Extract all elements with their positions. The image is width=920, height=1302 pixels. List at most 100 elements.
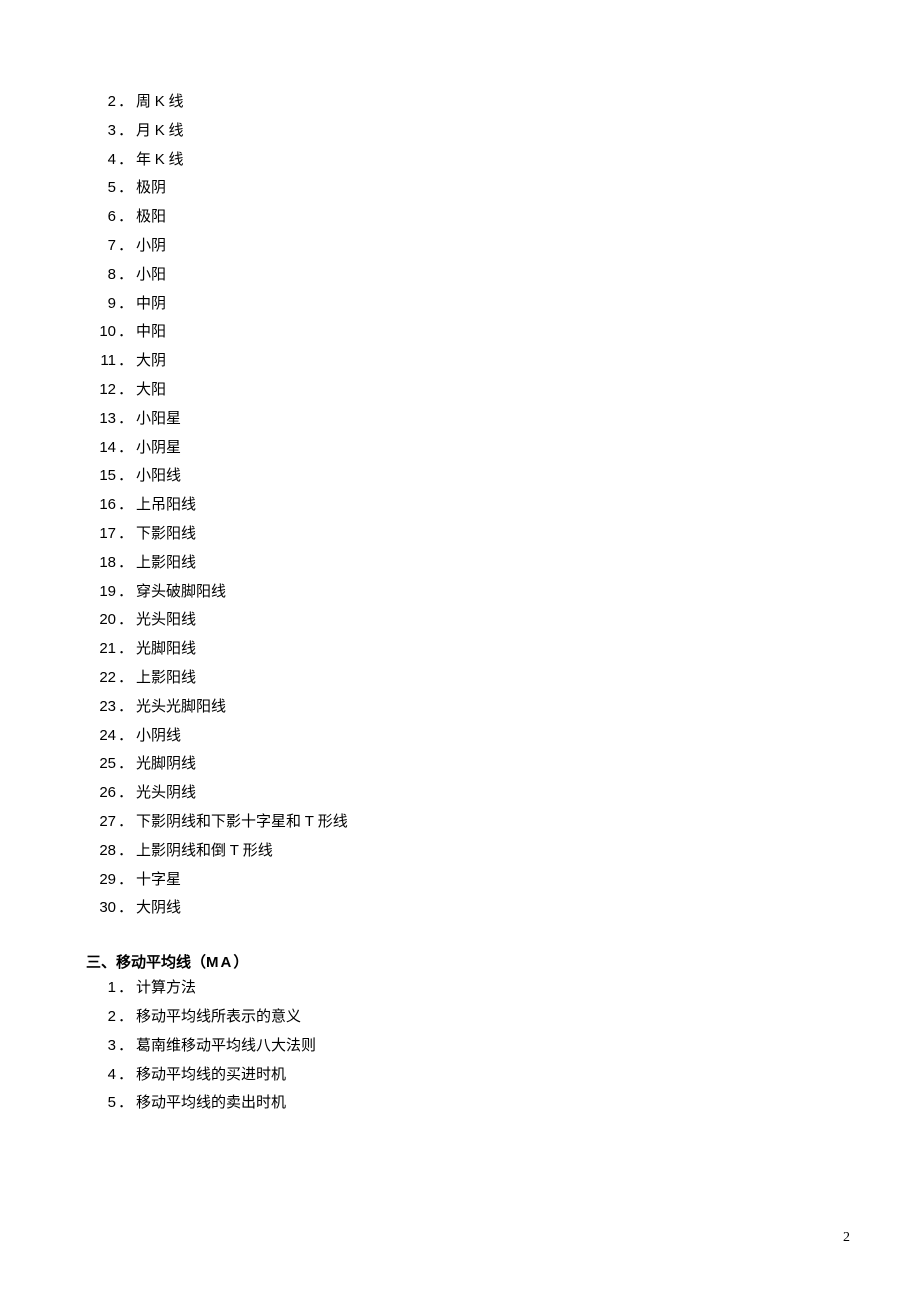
list-item-number: 2	[86, 88, 116, 116]
list-item: 22．上影阳线	[86, 664, 838, 693]
list-item-label: 光脚阳线	[130, 636, 196, 664]
list-item-dot: ．	[116, 607, 130, 635]
list-item: 4．年 K 线	[86, 146, 838, 175]
list-item-label: 年 K 线	[130, 146, 184, 175]
page-number: 2	[843, 1230, 850, 1246]
list-item-dot: ．	[116, 723, 130, 751]
list-item: 10．中阳	[86, 318, 838, 347]
list-item-label: 大阳	[130, 377, 166, 405]
list-item: 2．移动平均线所表示的意义	[86, 1003, 838, 1032]
list-item-number: 18	[86, 549, 116, 577]
list-item-label: 小阳线	[130, 463, 181, 491]
list-item: 4．移动平均线的买进时机	[86, 1061, 838, 1090]
heading-suffix: ）	[233, 955, 248, 971]
list-item-number: 4	[86, 1061, 116, 1089]
list-item: 21．光脚阳线	[86, 635, 838, 664]
heading-prefix: 三、移动平均线（	[86, 955, 206, 971]
list-item-label: 葛南维移动平均线八大法则	[130, 1033, 316, 1061]
list-item-label: 上影阴线和倒 T 形线	[130, 837, 273, 866]
list-item: 15．小阳线	[86, 462, 838, 491]
list-item-number: 23	[86, 693, 116, 721]
list-item-number: 25	[86, 750, 116, 778]
list-item-label: 中阴	[130, 291, 166, 319]
list-item-number: 17	[86, 520, 116, 548]
list-item: 29．十字星	[86, 866, 838, 895]
list-item-number: 4	[86, 146, 116, 174]
list-item-dot: ．	[116, 975, 130, 1003]
list-item-label: 大阴	[130, 348, 166, 376]
page-content: 2．周 K 线3．月 K 线4．年 K 线5．极阴6．极阳7．小阴8．小阳9．中…	[86, 88, 838, 1118]
list-item: 5．移动平均线的卖出时机	[86, 1089, 838, 1118]
list-item-dot: ．	[116, 319, 130, 347]
list-item: 12． 大阳	[86, 376, 838, 405]
list-item-number: 3	[86, 117, 116, 145]
list-item: 23．光头光脚阳线	[86, 693, 838, 722]
list-item-dot: ．	[116, 1090, 130, 1118]
list-item-dot: ．	[116, 377, 130, 405]
list-item-number: 19	[86, 578, 116, 606]
list-item-dot: ．	[116, 1062, 130, 1090]
list-item-dot: ．	[116, 147, 130, 175]
list-item-dot: ．	[116, 89, 130, 117]
list-item-number: 28	[86, 837, 116, 865]
list-item-dot: ．	[116, 175, 130, 203]
list-item-number: 16	[86, 491, 116, 519]
list-item-label: 小阳	[130, 262, 166, 290]
list-item-dot: ．	[116, 838, 130, 866]
list-item: 26．光头阴线	[86, 779, 838, 808]
list-item-label: 移动平均线所表示的意义	[130, 1004, 301, 1032]
list-item-number: 5	[86, 1089, 116, 1117]
list-item: 30．大阴线	[86, 894, 838, 923]
list-item: 17．下影阳线	[86, 520, 838, 549]
list-item-label: 移动平均线的买进时机	[130, 1062, 286, 1090]
list-item-label: 下影阳线	[130, 521, 196, 549]
list-item: 3．月 K 线	[86, 117, 838, 146]
list-item: 25．光脚阴线	[86, 750, 838, 779]
list-item-number: 8	[86, 261, 116, 289]
list-item-label: 小阳星	[130, 406, 181, 434]
list-item-dot: ．	[116, 291, 130, 319]
list-item: 16．上吊阳线	[86, 491, 838, 520]
list-item-number: 2	[86, 1003, 116, 1031]
list-item-label: 十字星	[130, 867, 181, 895]
list-item-label: 上吊阳线	[130, 492, 196, 520]
list-item-number: 15	[86, 462, 116, 490]
list-item-dot: ．	[116, 521, 130, 549]
list-item-number: 6	[86, 203, 116, 231]
list-item-dot: ．	[116, 550, 130, 578]
list-item-number: 11	[86, 347, 116, 375]
list-item: 28．上影阴线和倒 T 形线	[86, 837, 838, 866]
list-item-number: 26	[86, 779, 116, 807]
list-item-number: 24	[86, 722, 116, 750]
list-item: 19．穿头破脚阳线	[86, 578, 838, 607]
list-item: 5．极阴	[86, 174, 838, 203]
list-item: 20．光头阳线	[86, 606, 838, 635]
list-item-label: 小阴线	[130, 723, 181, 751]
list-item: 18．上影阳线	[86, 549, 838, 578]
list-item: 11． 大阴	[86, 347, 838, 376]
heading-latin: MA	[206, 954, 233, 971]
list-item: 24．小阴线	[86, 722, 838, 751]
list-item-label: 极阴	[130, 175, 166, 203]
list-item-label: 光脚阴线	[130, 751, 196, 779]
list-item-label: 计算方法	[130, 975, 196, 1003]
list-item-number: 9	[86, 290, 116, 318]
list-item-dot: ．	[116, 233, 130, 261]
list-item-label: 周 K 线	[130, 88, 184, 117]
list-item-number: 7	[86, 232, 116, 260]
list-item-dot: ．	[116, 579, 130, 607]
list-item-label: 中阳	[130, 319, 166, 347]
list-section-2: 1．计算方法2．移动平均线所表示的意义3．葛南维移动平均线八大法则4．移动平均线…	[86, 974, 838, 1118]
list-item-label: 移动平均线的卖出时机	[130, 1090, 286, 1118]
list-item-dot: ．	[116, 665, 130, 693]
list-item-label: 月 K 线	[130, 117, 184, 146]
list-item-number: 27	[86, 808, 116, 836]
list-item-number: 1	[86, 974, 116, 1002]
list-item-dot: ．	[116, 751, 130, 779]
list-item-label: 光头阴线	[130, 780, 196, 808]
list-item-number: 21	[86, 635, 116, 663]
list-item-number: 5	[86, 174, 116, 202]
list-item: 2．周 K 线	[86, 88, 838, 117]
section-heading-3: 三、移动平均线（MA）	[86, 951, 838, 972]
list-item: 8．小阳	[86, 261, 838, 290]
